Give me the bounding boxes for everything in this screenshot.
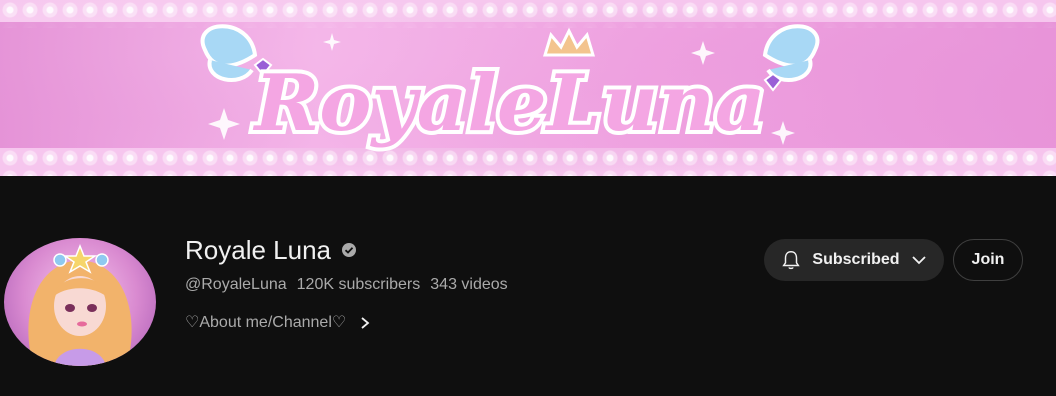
channel-name-row: Royale Luna [185,234,357,266]
join-button[interactable]: Join [953,239,1023,281]
join-label: Join [971,251,1005,268]
channel-banner: RoyaleLuna [0,0,1056,176]
logo-text: RoyaleLuna [253,58,766,149]
crown-icon [542,27,596,57]
channel-handle: @RoyaleLuna [185,276,287,293]
subscribed-label: Subscribed [812,251,900,268]
bell-icon [780,249,802,271]
channel-avatar[interactable] [4,238,156,366]
channel-name: Royale Luna [185,235,331,265]
subscriber-count: 120K subscribers [296,276,421,293]
about-text: ♡About me/Channel♡ [185,314,347,331]
about-link[interactable]: ♡About me/Channel♡ [185,312,372,334]
channel-meta: @RoyaleLuna 120K subscribers 343 videos [185,275,508,295]
right-wing-icon [762,24,820,92]
banner-logo: RoyaleLuna [180,10,840,170]
chevron-right-icon [358,316,372,330]
subscribed-button[interactable]: Subscribed [764,239,944,281]
video-count: 343 videos [430,276,508,293]
chevron-down-icon [910,251,928,269]
verified-check-icon [341,242,357,258]
